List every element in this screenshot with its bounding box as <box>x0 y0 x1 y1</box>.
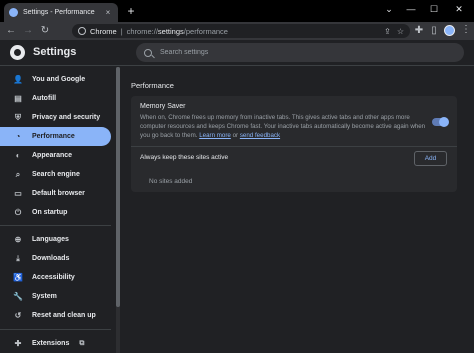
sidebar-item-you-and-google[interactable]: 👤 You and Google <box>0 70 111 89</box>
share-icon[interactable]: ⇪ <box>384 27 391 36</box>
reset-icon: ↺ <box>14 311 22 320</box>
sidebar-item-label: Languages <box>32 236 69 243</box>
sidebar-item-label: Default browser <box>32 190 85 197</box>
maximize-button[interactable]: ☐ <box>427 3 441 15</box>
sidebar-item-on-startup[interactable]: ⏻ On startup <box>0 203 111 222</box>
extensions-puzzle-icon[interactable]: ✚ <box>412 24 426 38</box>
omnibox-chrome-label: Chrome <box>90 26 117 36</box>
back-button[interactable]: ← <box>4 24 18 38</box>
omnibox-host: settings <box>157 26 184 36</box>
wrench-icon: 🔧 <box>13 292 23 301</box>
sidebar-item-label: Autofill <box>32 95 57 102</box>
tab-title: Settings - Performance <box>23 9 95 16</box>
shield-icon: ⛨ <box>15 112 21 122</box>
send-feedback-link[interactable]: send feedback <box>240 132 280 139</box>
address-bar[interactable]: Chrome | chrome:// settings /performance… <box>72 24 410 38</box>
tab-close-icon[interactable]: × <box>103 8 113 17</box>
external-link-icon: ⧉ <box>79 339 85 347</box>
reload-button[interactable]: ↻ <box>38 24 52 38</box>
settings-header: Settings <box>0 40 474 66</box>
sidebar-divider <box>0 329 111 330</box>
performance-card: Memory Saver When on, Chrome frees up me… <box>131 96 457 192</box>
sidebar-item-search-engine[interactable]: ⌕ Search engine <box>0 165 111 184</box>
search-box[interactable] <box>136 43 464 62</box>
sidebar-item-autofill[interactable]: ▤ Autofill <box>0 89 111 108</box>
learn-more-link[interactable]: Learn more <box>199 132 231 139</box>
sidebar-item-label: Reset and clean up <box>32 312 96 319</box>
sidebar-item-label: System <box>32 293 57 300</box>
sidebar-item-label: Performance <box>32 133 75 140</box>
sidebar-item-label: Accessibility <box>32 274 75 281</box>
profile-avatar[interactable] <box>444 25 455 36</box>
sidebar-scrollbar[interactable] <box>116 67 120 353</box>
sidebar-item-default-browser[interactable]: ▭ Default browser <box>0 184 111 203</box>
sidebar-divider <box>0 225 111 226</box>
sidebar-item-label: Search engine <box>32 171 80 178</box>
new-tab-button[interactable]: + <box>124 4 138 18</box>
keep-sites-active-title: Always keep these sites active <box>140 154 229 161</box>
memory-saver-title: Memory Saver <box>140 103 186 110</box>
puzzle-icon: ✚ <box>14 339 22 348</box>
browser-toolbar: ← → ↻ Chrome | chrome:// settings /perfo… <box>0 22 474 40</box>
add-site-button[interactable]: Add <box>414 151 447 166</box>
palette-icon: ◐ <box>15 151 21 160</box>
clipboard-icon: ▤ <box>14 94 22 103</box>
accessibility-icon: ♿ <box>13 273 23 282</box>
toggle-knob <box>439 116 449 127</box>
chrome-site-icon <box>78 27 86 35</box>
memory-saver-description-text: When on, Chrome frees up memory from ina… <box>140 114 426 139</box>
sidebar-item-label: Appearance <box>32 152 73 159</box>
card-divider <box>131 146 457 147</box>
globe-icon: ⊕ <box>14 235 22 244</box>
download-icon: ⤓ <box>16 253 20 263</box>
sidebar-item-accessibility[interactable]: ♿ Accessibility <box>0 268 111 287</box>
person-icon: 👤 <box>13 75 23 84</box>
bookmark-star-icon[interactable]: ☆ <box>397 27 404 36</box>
chrome-menu-icon[interactable]: ⋮ <box>461 24 471 35</box>
power-icon: ⏻ <box>14 207 22 217</box>
sidebar-scroll-thumb[interactable] <box>116 67 120 307</box>
or-text: or <box>232 132 239 139</box>
memory-saver-description: When on, Chrome frees up memory from ina… <box>140 113 430 140</box>
sidebar-item-privacy[interactable]: ⛨ Privacy and security <box>0 108 111 127</box>
sidebar-item-label: You and Google <box>32 76 86 83</box>
sidebar-item-system[interactable]: 🔧 System <box>0 287 111 306</box>
tab-settings-performance[interactable]: Settings - Performance × <box>4 3 118 22</box>
sidebar-item-extensions[interactable]: ✚ Extensions ⧉ <box>0 334 111 353</box>
omnibox-path: /performance <box>183 26 228 36</box>
sidebar-item-languages[interactable]: ⊕ Languages <box>0 230 111 249</box>
sidebar-item-label: Privacy and security <box>32 114 101 121</box>
page-title: Settings <box>33 46 77 58</box>
minimize-button[interactable]: — <box>404 3 418 15</box>
tab-strip: Settings - Performance × + ⌄ — ☐ ✕ <box>0 0 474 22</box>
forward-button[interactable]: → <box>21 24 35 38</box>
browser-icon: ▭ <box>14 189 22 198</box>
section-title: Performance <box>131 81 174 90</box>
sidebar-item-performance[interactable]: ◔ Performance <box>0 127 111 146</box>
settings-favicon-icon <box>9 8 18 17</box>
omnibox-scheme: chrome:// <box>126 26 158 36</box>
sidebar-item-reset[interactable]: ↺ Reset and clean up <box>0 306 111 325</box>
sidebar-item-label: Extensions <box>32 340 70 347</box>
sidebar-item-label: On startup <box>32 209 68 216</box>
chrome-logo-icon <box>10 45 25 60</box>
sidebar-item-downloads[interactable]: ⤓ Downloads <box>0 249 111 268</box>
tab-search-icon[interactable]: ⌄ <box>382 3 396 15</box>
settings-sidebar: 👤 You and Google ▤ Autofill ⛨ Privacy an… <box>0 67 116 353</box>
side-panel-icon[interactable]: ▯ <box>427 24 441 38</box>
memory-saver-toggle[interactable] <box>432 116 449 127</box>
search-icon: ⌕ <box>15 169 21 179</box>
speedometer-icon: ◔ <box>15 132 21 141</box>
no-sites-text: No sites added <box>149 178 193 185</box>
close-window-button[interactable]: ✕ <box>452 3 466 15</box>
sidebar-item-appearance[interactable]: ◐ Appearance <box>0 146 111 165</box>
search-icon <box>144 48 152 57</box>
sidebar-item-label: Downloads <box>32 255 70 262</box>
omnibox-separator: | <box>120 26 123 36</box>
search-input[interactable] <box>160 49 450 56</box>
